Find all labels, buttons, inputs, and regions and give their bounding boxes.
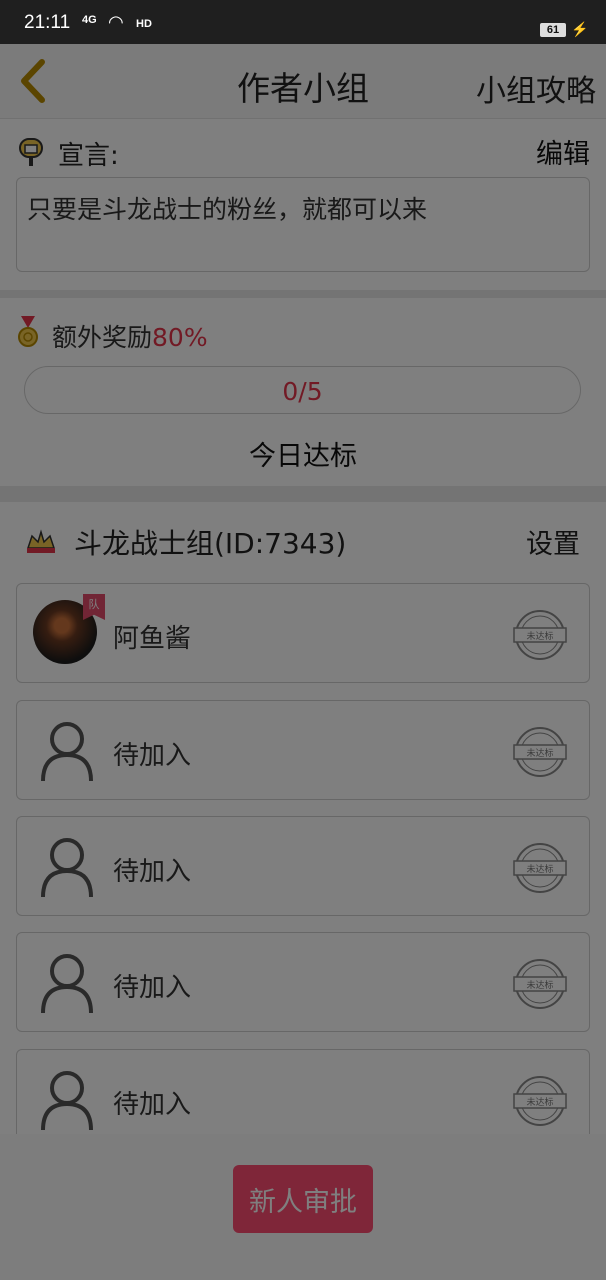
slogan-text: 只要是斗龙战士的粉丝，就都可以来: [16, 177, 590, 272]
bonus-percent: 80%: [152, 323, 208, 352]
member-card[interactable]: 待加入 未达标: [16, 932, 590, 1032]
progress-caption: 今日达标: [249, 441, 357, 472]
not-qualified-stamp-icon: 未达标: [513, 959, 567, 1009]
person-placeholder-icon: [41, 722, 93, 782]
hd-icon: HD: [136, 18, 152, 30]
bonus-text: 额外奖励80%: [52, 318, 208, 354]
stamp-text: 未达标: [526, 863, 553, 875]
group-name: 斗龙战士组(ID:7343): [74, 527, 347, 560]
member-name: 待加入: [113, 857, 192, 887]
wifi-icon: ◠: [108, 12, 124, 32]
stamp-text: 未达标: [526, 1096, 553, 1108]
member-card[interactable]: 待加入 未达标: [16, 700, 590, 800]
group-strategy-link[interactable]: 小组攻略: [476, 66, 596, 110]
section-divider: [0, 486, 606, 502]
not-qualified-stamp-icon: 未达标: [513, 610, 567, 660]
battery-icon: 61: [540, 23, 566, 37]
charging-icon: ⚡: [571, 21, 589, 37]
not-qualified-stamp-icon: 未达标: [513, 727, 567, 777]
not-qualified-stamp-icon: 未达标: [513, 1076, 567, 1126]
stamp-text: 未达标: [526, 630, 553, 642]
stamp-text: 未达标: [526, 747, 553, 759]
leader-badge: 队: [83, 594, 105, 620]
member-name: 待加入: [113, 1090, 192, 1120]
not-qualified-stamp-icon: 未达标: [513, 843, 567, 893]
top-navbar: 作者小组 小组攻略: [0, 44, 606, 119]
person-placeholder-icon: [41, 1071, 93, 1131]
progress-text: 0/5: [282, 377, 323, 406]
new-member-approval-button[interactable]: 新人审批: [233, 1165, 373, 1233]
member-card[interactable]: 待加入 未达标: [16, 816, 590, 916]
status-time: 21:11: [24, 12, 71, 33]
status-bar: 21:11 4G ◠ HD 61 ⚡: [0, 0, 606, 44]
member-name: 阿鱼酱: [113, 624, 192, 654]
member-name: 待加入: [113, 741, 192, 771]
member-name: 待加入: [113, 973, 192, 1003]
person-placeholder-icon: [41, 838, 93, 898]
stamp-text: 未达标: [526, 979, 553, 991]
signal-icon: 4G: [82, 14, 97, 26]
person-placeholder-icon: [41, 954, 93, 1014]
mailbox-icon: [19, 138, 43, 166]
daily-progress-bar: 0/5: [24, 366, 581, 414]
group-settings-button[interactable]: 设置: [526, 522, 580, 561]
slogan-label: 宣言:: [58, 141, 119, 171]
medal-icon: [18, 316, 38, 347]
section-divider: [0, 290, 606, 298]
bonus-label: 额外奖励: [52, 323, 153, 352]
member-card[interactable]: 队阿鱼酱 未达标: [16, 583, 590, 683]
group-crown-icon: [26, 529, 56, 553]
edit-slogan-button[interactable]: 编辑: [536, 132, 590, 171]
